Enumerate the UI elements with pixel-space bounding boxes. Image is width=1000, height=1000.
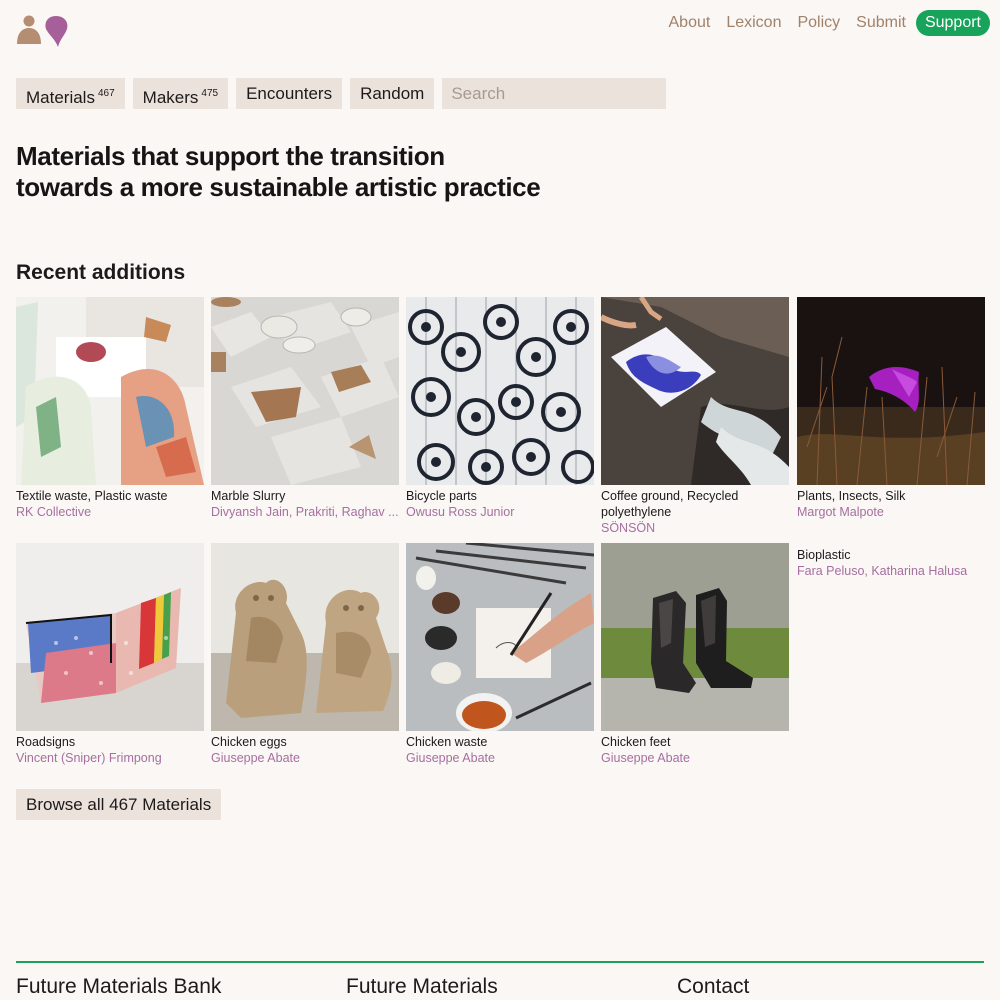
nav-policy[interactable]: Policy: [797, 10, 840, 36]
nav-about[interactable]: About: [669, 10, 711, 36]
material-image: [406, 543, 594, 731]
material-maker-link[interactable]: Fara Peluso, Katharina Halusa: [797, 563, 985, 579]
footer-heading-contact: Contact: [677, 975, 750, 998]
material-maker-link[interactable]: Giuseppe Abate: [211, 750, 399, 766]
search-input[interactable]: [442, 78, 667, 109]
headline-line-2: towards a more sustainable artistic prac…: [16, 172, 541, 202]
material-image: [211, 297, 399, 485]
material-card[interactable]: Bicycle parts Owusu Ross Junior: [406, 297, 594, 520]
materials-filter-button[interactable]: Materials 467: [16, 78, 125, 109]
site-logo[interactable]: [15, 14, 71, 48]
material-maker-link[interactable]: SÖNSÖN: [601, 520, 789, 536]
material-title: Chicken feet: [601, 735, 671, 749]
materials-count: 467: [97, 88, 115, 99]
material-image: [16, 297, 204, 485]
material-image: [406, 297, 594, 485]
materials-label: Materials: [26, 88, 95, 107]
material-title: Bioplastic: [797, 548, 851, 562]
nav-submit[interactable]: Submit: [856, 10, 906, 36]
material-image: [601, 297, 789, 485]
material-maker-link[interactable]: RK Collective: [16, 504, 204, 520]
footer-heading-bank: Future Materials Bank: [16, 975, 222, 998]
material-card[interactable]: Chicken eggs Giuseppe Abate: [211, 543, 399, 766]
material-card[interactable]: Chicken feet Giuseppe Abate: [601, 543, 789, 766]
random-button[interactable]: Random: [350, 78, 435, 109]
material-image: [797, 297, 985, 485]
material-title: Roadsigns: [16, 735, 76, 749]
material-card[interactable]: Bioplastic Fara Peluso, Katharina Halusa: [797, 543, 985, 579]
material-title: Textile waste, Plastic waste: [16, 489, 168, 503]
browse-all-materials-button[interactable]: Browse all 467 Materials: [16, 789, 222, 820]
material-image: [601, 543, 789, 731]
top-nav: About Lexicon Policy Submit Support: [653, 10, 990, 36]
filter-bar: Materials 467 Makers 475 Encounters Random: [16, 78, 667, 109]
makers-label: Makers: [142, 88, 199, 107]
material-image: [16, 543, 204, 731]
makers-filter-button[interactable]: Makers 475: [132, 78, 229, 109]
material-card[interactable]: Chicken waste Giuseppe Abate: [406, 543, 594, 766]
material-card[interactable]: Plants, Insects, Silk Margot Malpote: [797, 297, 985, 520]
support-button[interactable]: Support: [915, 10, 990, 36]
material-maker-link[interactable]: Divyansh Jain, Prakriti, Raghav ...: [211, 504, 399, 520]
material-image: [211, 543, 399, 731]
material-card[interactable]: Roadsigns Vincent (Sniper) Frimpong: [16, 543, 204, 766]
nav-lexicon[interactable]: Lexicon: [726, 10, 781, 36]
material-title: Plants, Insects, Silk: [797, 489, 906, 503]
material-title: Chicken waste: [406, 735, 488, 749]
makers-count: 475: [201, 88, 219, 99]
material-maker-link[interactable]: Margot Malpote: [797, 504, 985, 520]
footer-divider: [16, 961, 984, 963]
page-headline: Materials that support the transition to…: [16, 141, 576, 203]
material-maker-link[interactable]: Giuseppe Abate: [601, 750, 789, 766]
material-maker-link[interactable]: Giuseppe Abate: [406, 750, 594, 766]
recent-additions-title: Recent additions: [16, 261, 186, 284]
material-title: Coffee ground, Recycled polyethylene: [601, 489, 739, 519]
material-title: Chicken eggs: [211, 735, 287, 749]
material-card[interactable]: Marble Slurry Divyansh Jain, Prakriti, R…: [211, 297, 399, 520]
logo-drop-icon: [45, 16, 68, 47]
material-title: Marble Slurry: [211, 489, 286, 503]
material-maker-link[interactable]: Owusu Ross Junior: [406, 504, 594, 520]
material-card[interactable]: Coffee ground, Recycled polyethylene SÖN…: [601, 297, 789, 536]
material-card[interactable]: Textile waste, Plastic waste RK Collecti…: [16, 297, 204, 520]
material-title: Bicycle parts: [406, 489, 477, 503]
material-maker-link[interactable]: Vincent (Sniper) Frimpong: [16, 750, 204, 766]
headline-line-1: Materials that support the transition: [16, 141, 445, 171]
encounters-filter-button[interactable]: Encounters: [236, 78, 343, 109]
footer-heading-materials: Future Materials: [346, 975, 498, 998]
logo-figure-icon: [17, 15, 41, 44]
